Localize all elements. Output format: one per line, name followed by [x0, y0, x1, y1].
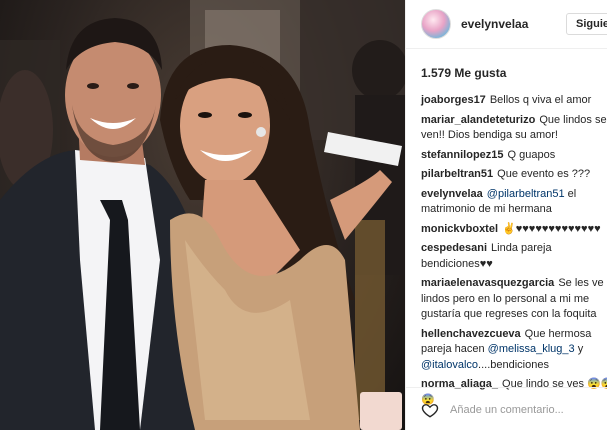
comment-footer: Añade un comentario...	[406, 387, 607, 430]
comment-input[interactable]: Añade un comentario...	[450, 404, 564, 416]
comment-text: Bellos q viva el amor	[489, 94, 592, 106]
comment-username[interactable]: monickvboxtel	[421, 223, 498, 235]
comment-username[interactable]: stefannilopez15	[421, 149, 504, 161]
likes-count[interactable]: 1.579 Me gusta	[421, 66, 506, 80]
comment-text: ....bendiciones	[478, 358, 549, 371]
comment-username[interactable]: mariaelenavasquezgarcia	[421, 277, 554, 289]
list-item: monickvboxtel ✌♥♥♥♥♥♥♥♥♥♥♥♥♥	[421, 222, 607, 238]
post-username[interactable]: evelynvelaa	[461, 17, 528, 31]
comment-mention[interactable]: @italovalco	[421, 359, 478, 371]
list-item: cespedesani Linda pareja bendiciones♥♥	[421, 241, 607, 272]
comment-text: y	[574, 343, 584, 355]
couple-photo	[0, 0, 405, 430]
list-item: pilarbeltran51 Que evento es ???	[421, 167, 607, 183]
avatar[interactable]	[421, 9, 451, 39]
comment-username[interactable]: mariar_alandeteturizo	[421, 114, 535, 126]
comment-text: Q guapos	[507, 148, 556, 161]
list-item: evelynvelaa @pilarbeltran51 el matrimonio…	[421, 187, 607, 218]
list-item: mariar_alandeteturizo Que lindos se ven!!…	[421, 113, 607, 144]
comment-mention[interactable]: @melissa_klug_3	[488, 343, 575, 355]
post-photo[interactable]	[0, 0, 405, 430]
comment-text: ✌♥♥♥♥♥♥♥♥♥♥♥♥♥	[502, 222, 601, 235]
comment-username[interactable]: evelynvelaa	[421, 188, 483, 200]
list-item: hellenchavezcueva Que hermosa pareja hace…	[421, 327, 607, 374]
comment-mention[interactable]: @pilarbeltran51	[487, 188, 565, 200]
comment-text: Que evento es ???	[497, 168, 591, 180]
list-item: joaborges17 Bellos q viva el amor	[421, 93, 607, 109]
post-header: evelynvelaa Siguie	[406, 0, 607, 49]
list-item: mariaelenavasquezgarcia Se les ve lindos …	[421, 276, 607, 323]
comment-username[interactable]: hellenchavezcueva	[421, 328, 521, 340]
heart-icon[interactable]	[421, 401, 439, 419]
comment-list: joaborges17 Bellos q viva el amor mariar_…	[421, 93, 607, 412]
comment-username[interactable]: joaborges17	[421, 94, 486, 106]
comment-username[interactable]: pilarbeltran51	[421, 168, 493, 180]
comment-username[interactable]: cespedesani	[421, 242, 487, 254]
follow-button[interactable]: Siguie	[566, 13, 607, 35]
list-item: stefannilopez15 Q guapos	[421, 148, 607, 164]
post-side-panel: evelynvelaa Siguie 1.579 Me gusta joabor…	[405, 0, 607, 430]
